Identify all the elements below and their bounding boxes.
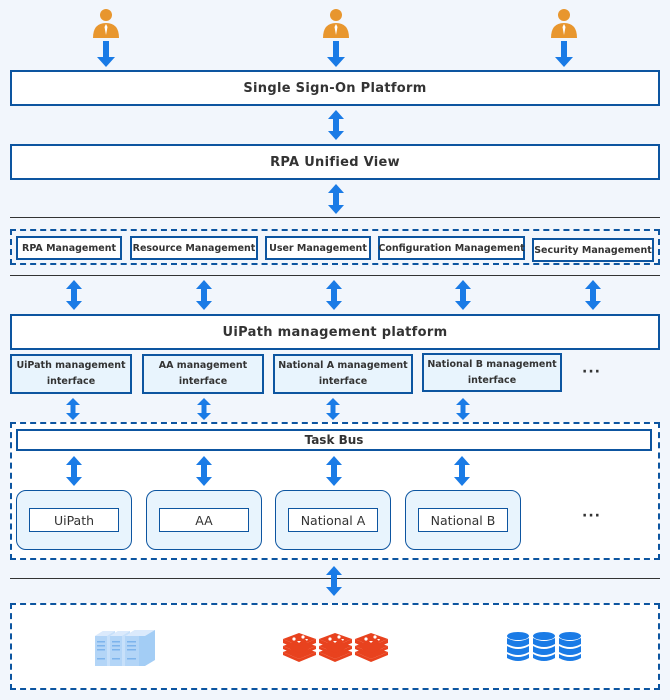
bidirectional-arrow-icon xyxy=(196,280,212,310)
engine-aa-label: AA xyxy=(159,508,249,532)
user-3 xyxy=(551,8,577,42)
engine-national-a-label: National A xyxy=(288,508,378,532)
bidirectional-arrow-icon xyxy=(326,456,342,486)
sso-platform: Single Sign-On Platform xyxy=(10,70,660,106)
module-resource-management: Resource Management xyxy=(130,236,258,260)
bidirectional-arrow-icon xyxy=(66,398,80,420)
bidirectional-arrow-icon xyxy=(326,566,342,596)
bidirectional-arrow-icon xyxy=(326,280,342,310)
bidirectional-arrow-icon xyxy=(456,398,470,420)
database-icon xyxy=(507,632,581,661)
task-bus-label: Task Bus xyxy=(304,433,364,447)
rpa-unified-view-label: RPA Unified View xyxy=(270,154,400,170)
management-platform: UiPath management platform xyxy=(10,314,660,350)
user-1 xyxy=(93,8,119,42)
down-arrow-icon xyxy=(327,41,345,67)
module-user-management: User Management xyxy=(265,236,371,260)
module-configuration-management: Configuration Management xyxy=(378,236,525,260)
bidirectional-arrow-icon xyxy=(197,398,211,420)
bidirectional-arrow-icon xyxy=(328,184,344,214)
bidirectional-arrow-icon xyxy=(585,280,601,310)
server-cluster-icon xyxy=(95,630,155,666)
more-engines-ellipsis: ··· xyxy=(582,508,601,524)
bidirectional-arrow-icon xyxy=(328,110,344,140)
user-icon xyxy=(93,9,119,38)
module-security-management: Security Management xyxy=(532,238,654,262)
engine-uipath-label: UiPath xyxy=(29,508,119,532)
bidirectional-arrow-icon xyxy=(326,398,340,420)
more-interfaces-ellipsis: ··· xyxy=(582,364,601,380)
interface-national-b: National B management interface xyxy=(422,353,562,392)
down-arrow-icon xyxy=(97,41,115,67)
redis-cache-icon xyxy=(283,633,388,662)
user-icon xyxy=(551,9,577,38)
rpa-unified-view: RPA Unified View xyxy=(10,144,660,180)
divider xyxy=(10,217,660,218)
engine-national-b: National B xyxy=(405,490,521,550)
task-bus: Task Bus xyxy=(16,429,652,451)
divider xyxy=(10,275,660,276)
engine-uipath: UiPath xyxy=(16,490,132,550)
bidirectional-arrow-icon xyxy=(66,280,82,310)
sso-platform-label: Single Sign-On Platform xyxy=(243,80,427,96)
interface-aa: AA management interface xyxy=(142,354,264,394)
bidirectional-arrow-icon xyxy=(454,456,470,486)
management-platform-label: UiPath management platform xyxy=(222,324,448,340)
user-2 xyxy=(323,8,349,42)
module-rpa-management: RPA Management xyxy=(16,236,122,260)
interface-national-a: National A management interface xyxy=(273,354,413,394)
down-arrow-icon xyxy=(555,41,573,67)
engine-aa: AA xyxy=(146,490,262,550)
interface-uipath: UiPath management interface xyxy=(10,354,132,394)
engine-national-a: National A xyxy=(275,490,391,550)
engine-national-b-label: National B xyxy=(418,508,508,532)
bidirectional-arrow-icon xyxy=(455,280,471,310)
bidirectional-arrow-icon xyxy=(66,456,82,486)
bidirectional-arrow-icon xyxy=(196,456,212,486)
user-icon xyxy=(323,9,349,38)
